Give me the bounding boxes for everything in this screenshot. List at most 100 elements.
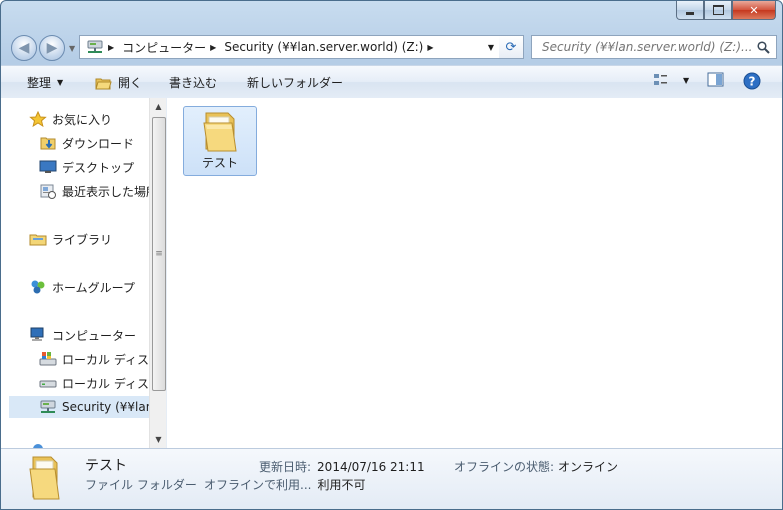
sidebar-item-homegroup[interactable]: ホームグループ bbox=[29, 276, 135, 298]
sidebar-item-computer[interactable]: コンピューター bbox=[29, 324, 136, 346]
breadcrumb-drive[interactable]: Security (¥¥lan.server.world) (Z:) bbox=[224, 40, 423, 54]
file-list[interactable]: テスト bbox=[167, 98, 782, 448]
open-button[interactable]: 開く bbox=[95, 74, 142, 91]
breadcrumb-separator-icon[interactable]: ▶ bbox=[108, 43, 114, 52]
sidebar-item-local-disk-d[interactable]: ローカル ディスク bbox=[39, 372, 151, 394]
libraries-icon bbox=[29, 234, 47, 246]
organize-menu[interactable]: 整理 ▼ bbox=[27, 74, 63, 91]
search-icon bbox=[757, 40, 770, 54]
help-icon: ? bbox=[743, 72, 761, 90]
refresh-button[interactable]: ⟳ bbox=[499, 35, 524, 59]
command-bar: 整理 ▼ 開く 書き込む 新しいフォルダー ▼ ? bbox=[1, 65, 782, 99]
recent-places-icon bbox=[40, 184, 56, 199]
details-type: ファイル フォルダー bbox=[85, 478, 197, 492]
sidebar-label: ローカル ディスク bbox=[62, 376, 151, 391]
folder-icon bbox=[203, 112, 237, 152]
folder-icon bbox=[29, 456, 60, 500]
breadcrumb-computer[interactable]: コンピューター bbox=[122, 39, 206, 56]
desktop-icon bbox=[39, 160, 57, 173]
navigation-pane: お気に入り ダウンロード デスクトップ 最近表示した場所 ライブラリ ホームグル… bbox=[9, 98, 151, 448]
svg-text:?: ? bbox=[749, 75, 756, 89]
view-dropdown-icon[interactable]: ▼ bbox=[683, 76, 689, 85]
details-offline-status: オフラインの状態: オンライン bbox=[454, 458, 618, 475]
sidebar-item-security-drive[interactable]: Security (¥¥lan.server.world) (Z:) bbox=[9, 396, 151, 418]
details-name: テスト bbox=[85, 458, 127, 474]
sidebar-label: お気に入り bbox=[52, 112, 113, 127]
close-button[interactable]: ✕ bbox=[732, 1, 776, 20]
content-area: お気に入り ダウンロード デスクトップ 最近表示した場所 ライブラリ ホームグル… bbox=[1, 98, 782, 448]
details-pane: テスト ファイル フォルダー 更新日時: 2014/07/16 21:11 オフ… bbox=[1, 448, 782, 509]
grip-icon: ≡ bbox=[155, 249, 163, 259]
offline-status-label: オフラインの状態: bbox=[454, 460, 555, 474]
downloads-folder-icon bbox=[40, 137, 56, 150]
organize-label: 整理 bbox=[27, 76, 52, 90]
drive-icon bbox=[39, 380, 57, 388]
offline-status-value: オンライン bbox=[558, 460, 619, 474]
modified-label: 更新日時: bbox=[259, 460, 312, 474]
breadcrumb-separator-icon[interactable]: ▶ bbox=[427, 43, 433, 52]
address-history-dropdown-icon[interactable]: ▼ bbox=[488, 43, 494, 52]
refresh-icon: ⟳ bbox=[505, 39, 517, 55]
back-button[interactable]: ◀ bbox=[11, 35, 37, 61]
chevron-down-icon: ▼ bbox=[57, 78, 64, 87]
change-view-button[interactable]: ▼ bbox=[653, 72, 689, 88]
sidebar-item-local-disk-c[interactable]: ローカル ディスク bbox=[39, 348, 151, 370]
sidebar-item-downloads[interactable]: ダウンロード bbox=[39, 132, 134, 154]
sidebar-label: ライブラリ bbox=[52, 232, 113, 247]
system-drive-icon bbox=[39, 352, 57, 366]
sidebar-label: デスクトップ bbox=[62, 160, 135, 175]
forward-button[interactable]: ▶ bbox=[39, 35, 65, 61]
folder-name: テスト bbox=[201, 156, 238, 170]
offline-avail-label: オフラインで利用... bbox=[204, 478, 312, 492]
modified-value: 2014/07/16 21:11 bbox=[317, 459, 425, 474]
open-folder-icon bbox=[95, 78, 112, 89]
scroll-up-icon[interactable]: ▲ bbox=[150, 98, 167, 115]
minimize-icon bbox=[686, 11, 694, 15]
details-offline-availability: オフラインで利用... 利用不可 bbox=[204, 476, 365, 493]
scroll-down-icon[interactable]: ▼ bbox=[150, 431, 167, 448]
navigation-bar: ◀ ▶ ▼ ▶ コンピューター ▶ Security (¥¥lan.server… bbox=[7, 31, 777, 63]
sidebar-item-libraries[interactable]: ライブラリ bbox=[29, 228, 112, 250]
sidebar-item-desktop[interactable]: デスクトップ bbox=[39, 156, 134, 178]
explorer-window: ✕ ◀ ▶ ▼ ▶ コンピューター ▶ Security (¥¥lan.serv… bbox=[0, 0, 783, 510]
search-box[interactable] bbox=[531, 35, 777, 59]
new-folder-label: 新しいフォルダー bbox=[247, 76, 344, 90]
caption-buttons: ✕ bbox=[676, 1, 776, 21]
maximize-icon bbox=[712, 5, 724, 15]
recent-pages-dropdown[interactable]: ▼ bbox=[69, 44, 75, 53]
minimize-button[interactable] bbox=[676, 1, 704, 20]
details-modified: 更新日時: 2014/07/16 21:11 bbox=[259, 458, 425, 475]
sidebar-scrollbar[interactable]: ▲ ≡ ▼ bbox=[149, 98, 167, 448]
sidebar-item-recent-places[interactable]: 最近表示した場所 bbox=[39, 180, 151, 202]
sidebar-label: 最近表示した場所 bbox=[62, 184, 151, 199]
sidebar-label: Security (¥¥lan.server.world) (Z:) bbox=[62, 400, 151, 414]
sidebar-item-favorites[interactable]: お気に入り bbox=[29, 108, 112, 130]
sidebar-label: ホームグループ bbox=[52, 280, 135, 295]
burn-label: 書き込む bbox=[169, 76, 218, 90]
sidebar-item-network[interactable] bbox=[29, 440, 52, 448]
sidebar-label: コンピューター bbox=[52, 328, 137, 343]
help-button[interactable]: ? bbox=[743, 72, 761, 90]
sidebar-label: ローカル ディスク bbox=[62, 352, 151, 367]
homegroup-icon bbox=[31, 280, 45, 294]
forward-arrow-icon: ▶ bbox=[46, 40, 58, 56]
breadcrumb-separator-icon[interactable]: ▶ bbox=[210, 43, 216, 52]
preview-pane-button[interactable] bbox=[707, 72, 724, 87]
view-options-icon bbox=[654, 74, 667, 85]
maximize-button[interactable] bbox=[704, 1, 732, 20]
star-icon bbox=[29, 111, 47, 127]
network-drive-icon bbox=[40, 400, 56, 413]
search-input[interactable] bbox=[540, 39, 754, 55]
address-bar[interactable]: ▶ コンピューター ▶ Security (¥¥lan.server.world… bbox=[79, 35, 501, 59]
open-label: 開く bbox=[118, 76, 143, 90]
computer-icon bbox=[30, 327, 44, 341]
scrollbar-thumb[interactable]: ≡ bbox=[152, 117, 166, 391]
new-folder-button[interactable]: 新しいフォルダー bbox=[247, 74, 343, 91]
offline-avail-value: 利用不可 bbox=[317, 478, 366, 492]
network-drive-icon bbox=[87, 40, 103, 53]
burn-button[interactable]: 書き込む bbox=[169, 74, 217, 91]
sidebar-label: ダウンロード bbox=[62, 136, 135, 151]
back-arrow-icon: ◀ bbox=[18, 40, 30, 56]
folder-item[interactable]: テスト bbox=[183, 106, 257, 176]
close-icon: ✕ bbox=[749, 3, 759, 17]
